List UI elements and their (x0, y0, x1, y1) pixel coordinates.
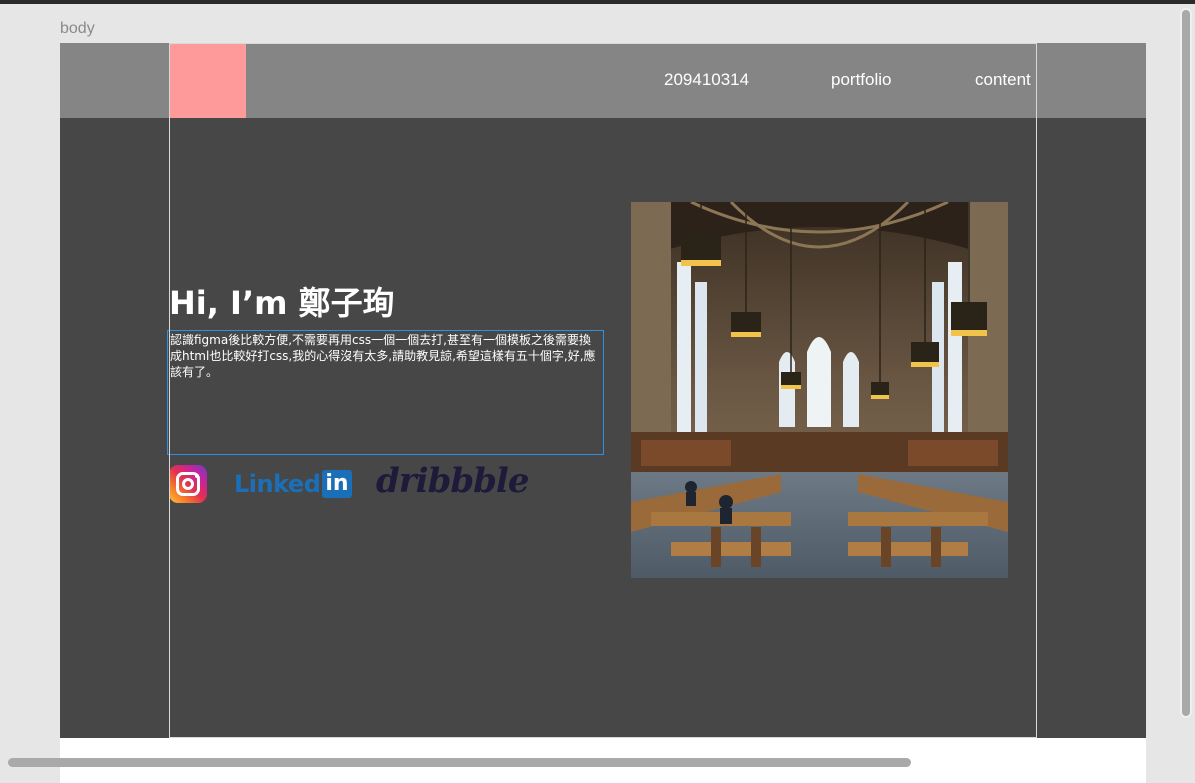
hero-title: Hi, I’m 鄭子珣 (169, 284, 395, 322)
linkedin-wordmark: Linked (234, 470, 321, 498)
window-top-bar (0, 0, 1195, 4)
intro-text: 認識figma後比較方便,不需要再用css一個一個去打,甚至有一個模板之後需要換… (170, 333, 596, 379)
logo-block[interactable] (170, 43, 246, 118)
nav-item-student-id[interactable]: 209410314 (664, 70, 749, 90)
site-header: 209410314 portfolio content (60, 43, 1146, 118)
horizontal-scrollbar[interactable] (8, 758, 911, 767)
instagram-icon[interactable] (169, 465, 207, 503)
nav-item-portfolio[interactable]: portfolio (831, 70, 891, 90)
library-photo (631, 202, 1008, 578)
linkedin-in-box: in (322, 470, 352, 498)
frame-label: body (60, 20, 95, 37)
page-canvas: 209410314 portfolio content Hi, I’m 鄭子珣 … (60, 43, 1146, 738)
linkedin-logo[interactable]: Linked in (234, 468, 352, 500)
dribbble-logo[interactable]: dribbble (376, 461, 529, 501)
intro-text-box-selected[interactable]: 認識figma後比較方便,不需要再用css一個一個去打,甚至有一個模板之後需要換… (167, 330, 604, 455)
nav-item-content[interactable]: content (975, 70, 1031, 90)
library-photo-illustration (631, 202, 1008, 578)
vertical-scrollbar[interactable] (1182, 10, 1190, 716)
body-frame: 209410314 portfolio content Hi, I’m 鄭子珣 … (60, 43, 1146, 783)
